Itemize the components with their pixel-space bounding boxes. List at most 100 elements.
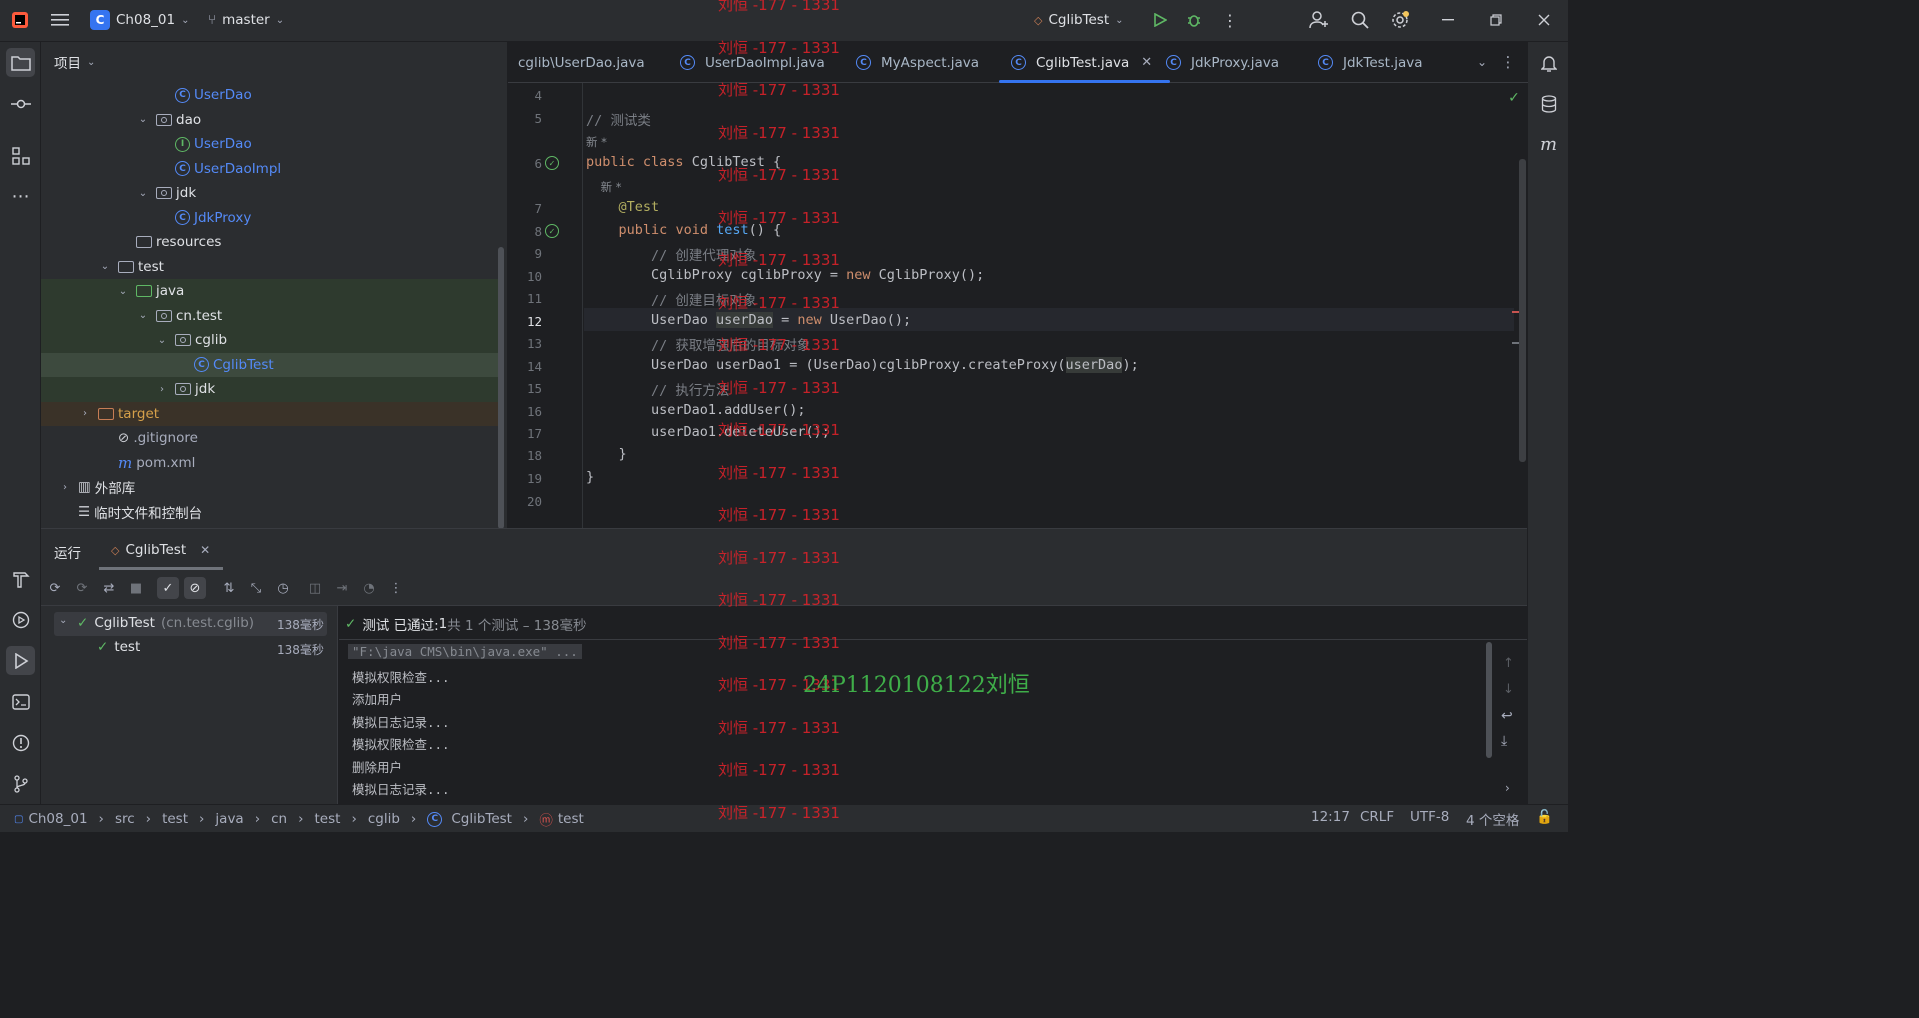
build-hammer-icon[interactable] xyxy=(6,564,35,593)
code-line[interactable]: // 执行方法 xyxy=(586,379,729,399)
debug-icon[interactable] xyxy=(1183,9,1205,31)
restore-icon[interactable] xyxy=(1484,10,1508,30)
chevron-down-icon[interactable]: ⌄ xyxy=(155,335,169,346)
editor-tab[interactable]: C JdkProxy.java xyxy=(1166,42,1279,83)
coverage-icon[interactable]: ◔ xyxy=(358,577,380,599)
tree-item[interactable]: ⌄ cglib xyxy=(41,328,499,353)
tree-item[interactable]: ⌄ java xyxy=(41,279,499,304)
tree-item[interactable]: C UserDaoImpl xyxy=(41,157,499,182)
scroll-to-end-icon[interactable]: ⤓ xyxy=(1501,733,1507,749)
collapse-all-icon[interactable]: ⤡ xyxy=(245,577,267,599)
cursor-position[interactable]: 12:17 xyxy=(1311,809,1350,825)
tree-item[interactable]: ⌄ cn.test xyxy=(41,303,499,328)
line-separator[interactable]: CRLF xyxy=(1360,809,1394,825)
tree-item[interactable]: › jdk xyxy=(41,377,499,402)
branch-selector[interactable]: ⑂ master ⌄ xyxy=(208,0,284,40)
search-icon[interactable] xyxy=(1348,8,1372,32)
tab-list-chevron-icon[interactable]: ⌄ xyxy=(1472,52,1492,72)
close-tab-icon[interactable]: ✕ xyxy=(200,543,210,557)
toggle-auto-test-icon[interactable]: ⇄ xyxy=(98,577,120,599)
chevron-right-icon[interactable]: › xyxy=(155,384,169,395)
chevron-down-icon[interactable]: ⌄ xyxy=(136,310,150,321)
structure-icon[interactable] xyxy=(6,141,35,170)
problems-icon[interactable] xyxy=(6,728,35,757)
code-line[interactable]: userDao1.addUser(); xyxy=(586,402,805,418)
settings-gear-icon[interactable] xyxy=(1388,8,1412,32)
test-method-row[interactable]: ✓ test xyxy=(97,639,140,655)
tree-item[interactable]: resources xyxy=(41,230,499,255)
code-line[interactable]: // 测试类 xyxy=(586,109,651,129)
project-selector[interactable]: C Ch08_01 ⌄ xyxy=(90,0,189,40)
chevron-right-icon[interactable]: › xyxy=(1505,781,1510,795)
tree-item[interactable]: ☰ 临时文件和控制台 xyxy=(41,500,499,525)
show-ignored-icon[interactable]: ⊘ xyxy=(184,577,206,599)
no-problems-check-icon[interactable]: ✓ xyxy=(1506,90,1522,106)
tree-item[interactable]: ⌄ test xyxy=(41,255,499,280)
intellij-logo-icon[interactable] xyxy=(10,10,30,30)
editor-tab[interactable]: C MyAspect.java xyxy=(856,42,979,83)
project-panel-header[interactable]: 项目 ⌄ xyxy=(41,42,507,82)
indent-setting[interactable]: 4 个空格 xyxy=(1466,809,1519,829)
chevron-down-icon[interactable]: ⌄ xyxy=(136,188,150,199)
breadcrumb-item[interactable]: test xyxy=(162,811,188,827)
rerun-failed-icon[interactable]: ⟳ xyxy=(71,577,93,599)
more-actions-icon[interactable]: ⋮ xyxy=(1220,9,1240,31)
import-tests-icon[interactable]: ⇥ xyxy=(331,577,353,599)
editor-scrollbar[interactable] xyxy=(1519,159,1526,462)
close-icon[interactable] xyxy=(1532,10,1556,30)
lock-icon[interactable]: 🔓 xyxy=(1536,809,1553,825)
commit-icon[interactable] xyxy=(6,89,35,118)
sort-icon[interactable]: ⇅ xyxy=(218,577,240,599)
rerun-icon[interactable]: ⟳ xyxy=(44,577,66,599)
tree-item[interactable]: › ▥ 外部库 xyxy=(41,475,499,500)
git-icon[interactable] xyxy=(6,769,35,798)
inlay-hint[interactable]: 新 * xyxy=(586,134,607,150)
code-line[interactable]: UserDao userDao1 = (UserDao)cglibProxy.c… xyxy=(586,357,1139,373)
maven-icon[interactable]: m xyxy=(1534,130,1563,159)
console-scrollbar[interactable] xyxy=(1486,642,1492,758)
close-tab-icon[interactable]: ✕ xyxy=(1141,55,1152,70)
chevron-down-icon[interactable]: ⌄ xyxy=(98,261,112,272)
more-tools-icon[interactable]: ⋯ xyxy=(6,182,35,211)
run-icon[interactable] xyxy=(1149,9,1171,31)
up-arrow-icon[interactable]: ↑ xyxy=(1503,656,1514,671)
code-line[interactable]: UserDao userDao = new UserDao(); xyxy=(586,312,911,328)
breadcrumb-item[interactable]: java xyxy=(215,811,243,827)
tree-item[interactable]: C UserDao xyxy=(41,83,499,108)
breadcrumb-item[interactable]: test xyxy=(558,811,584,827)
run-tab-cglibtest[interactable]: ◇ CglibTest ✕ xyxy=(111,529,210,571)
breadcrumb-item[interactable]: cglib xyxy=(368,811,400,827)
terminal-icon[interactable] xyxy=(6,687,35,716)
database-icon[interactable] xyxy=(1534,89,1563,118)
run-tool-icon[interactable] xyxy=(6,646,35,675)
chevron-down-icon[interactable]: ⌄ xyxy=(136,114,150,125)
project-scrollbar[interactable] xyxy=(498,247,504,529)
chevron-right-icon[interactable]: › xyxy=(58,482,72,493)
show-passed-icon[interactable]: ✓ xyxy=(157,577,179,599)
history-clock-icon[interactable]: ◷ xyxy=(272,577,294,599)
code-line[interactable]: @Test xyxy=(586,199,660,215)
test-suite-row[interactable]: ✓ CglibTest (cn.test.cglib) xyxy=(77,615,254,631)
notifications-bell-icon[interactable] xyxy=(1534,48,1563,77)
breadcrumb-item[interactable]: test xyxy=(315,811,341,827)
services-icon[interactable] xyxy=(6,605,35,634)
tree-item[interactable]: ⌄ dao xyxy=(41,108,499,133)
chevron-right-icon[interactable]: › xyxy=(78,408,92,419)
editor-tab[interactable]: C JdkTest.java xyxy=(1318,42,1423,83)
editor-more-icon[interactable]: ⋮ xyxy=(1498,52,1518,72)
camera-icon[interactable]: ◫ xyxy=(304,577,326,599)
project-tool-icon[interactable] xyxy=(6,48,35,77)
code-line[interactable]: } xyxy=(586,446,627,462)
expanded-arrow-icon[interactable]: ⌄ xyxy=(59,615,67,626)
breadcrumb-item[interactable]: CglibTest xyxy=(451,811,512,827)
tree-item[interactable]: C JdkProxy xyxy=(41,206,499,231)
tree-item[interactable]: C CglibTest xyxy=(41,352,499,377)
chevron-down-icon[interactable]: ⌄ xyxy=(116,286,130,297)
main-menu-icon[interactable] xyxy=(48,8,72,32)
tree-item[interactable]: I UserDao xyxy=(41,132,499,157)
tree-item[interactable]: ⊘ .gitignore xyxy=(41,426,499,451)
breadcrumb-item[interactable]: src xyxy=(115,811,135,827)
tree-item[interactable]: › target xyxy=(41,401,499,426)
tree-item[interactable]: ⌄ jdk xyxy=(41,181,499,206)
file-encoding[interactable]: UTF-8 xyxy=(1410,809,1449,825)
